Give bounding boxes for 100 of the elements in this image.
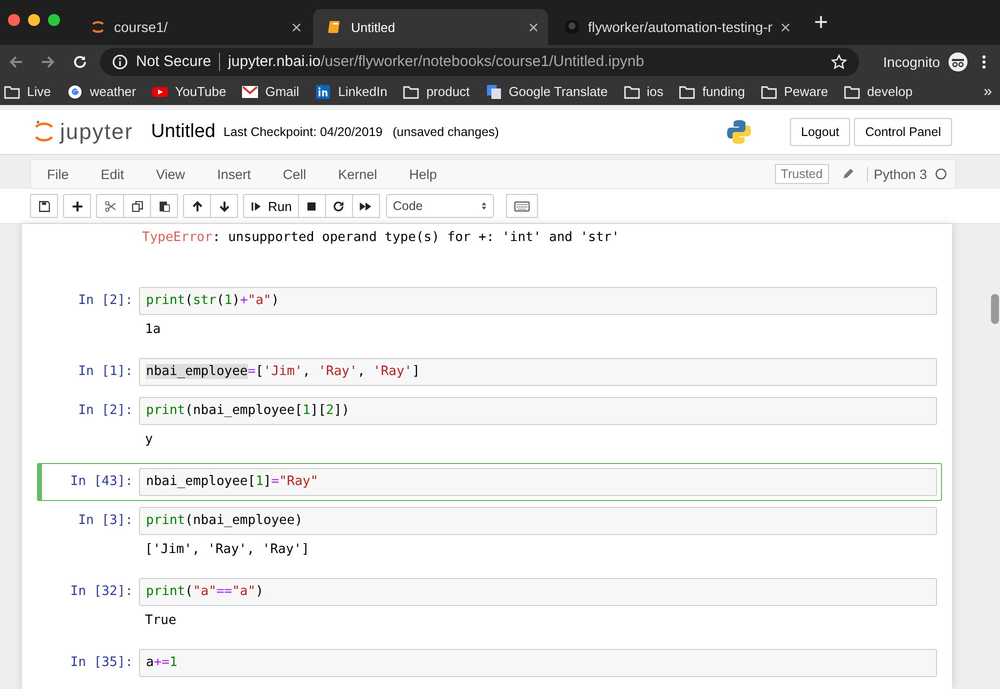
error-output: TypeError: unsupported operand type(s) for +: 'int' and 'str' [142,230,620,245]
restart-button[interactable] [324,194,353,218]
python-logo-icon [726,119,752,145]
translate-icon [486,84,502,98]
restart-icon [332,200,346,212]
stop-square-icon [305,200,318,212]
cell-output: y [145,431,154,449]
browser-tab[interactable]: Untitled [313,9,548,45]
clipboard-icon [158,200,170,212]
bookmark-link[interactable]: Live [4,84,51,99]
close-window-button[interactable] [8,14,20,26]
menu-item[interactable]: Insert [217,166,251,182]
bookmark-link[interactable]: Google Translate [486,84,608,99]
url-text: jupyter.nbai.io/user/flyworker/notebooks/course1/Untitled.ipynb [228,53,646,70]
close-icon[interactable] [781,22,790,32]
code-cell[interactable]: In [2]: print(str(1)+"a") 1a [37,282,942,352]
close-icon[interactable] [292,22,301,32]
menu-item[interactable]: Edit [100,166,124,182]
code-input[interactable]: print("a"=="a") [139,578,937,606]
bookmark-link[interactable]: YouTube [152,84,226,99]
bookmark-link[interactable]: ios [624,84,664,99]
input-prompt: In [35]: [69,654,134,672]
browser-tab[interactable]: flyworker/automation-testing-r [550,9,800,45]
code-input[interactable]: a+=1 [139,649,937,677]
github-icon [564,19,580,35]
bookmark-link[interactable]: product [403,84,470,99]
jupyter-logo-icon [90,19,106,35]
menu-item[interactable]: Help [409,166,437,182]
header-button[interactable]: Control Panel [854,118,952,146]
more-bookmarks-button[interactable]: » [984,83,992,100]
trusted-badge[interactable]: Trusted [774,164,829,184]
bookmark-link[interactable]: funding [679,84,745,99]
folder-icon [760,84,777,98]
run-icon [250,200,263,212]
cell-output: True [145,612,178,630]
cut-button[interactable] [96,194,124,218]
fast-forward-icon [359,200,372,212]
input-prompt: In [2]: [77,292,134,310]
tab-title: course1/ [114,19,169,35]
tab-title: flyworker/automation-testing-r [588,19,773,35]
code-input[interactable]: nbai_employee[1]="Ray" [139,468,937,496]
notebook-title[interactable]: Untitled [151,121,216,143]
bookmark-link[interactable]: Peware [760,84,828,99]
minimize-window-button[interactable] [28,14,40,26]
bookmark-link[interactable]: weather [66,84,136,99]
move-down-button[interactable] [210,194,238,218]
run-all-button[interactable] [352,194,380,218]
close-icon[interactable] [529,22,538,32]
menu-item[interactable]: View [156,166,186,182]
incognito-icon[interactable] [948,52,968,72]
save-button[interactable] [30,194,58,218]
code-input[interactable]: print(nbai_employee) [139,507,937,535]
paste-button[interactable] [150,194,178,218]
kernel-name: Python 3 [866,166,927,182]
scissors-icon [104,200,116,212]
code-input[interactable]: print(str(1)+"a") [139,287,937,315]
input-prompt: In [32]: [69,583,134,601]
run-button[interactable]: Run [243,194,299,218]
input-prompt: In [1]: [77,363,134,381]
tab-title: Untitled [351,20,396,34]
code-input[interactable]: print(nbai_employee[1][2]) [139,397,937,425]
new-tab-button[interactable]: + [814,8,828,36]
profile-label: Incognito [883,54,940,70]
address-field[interactable]: Not Secure jupyter.nbai.io/user/flyworker/notebooks/course1/Untitled.ipynb [100,48,860,76]
down-arrow-icon [218,200,230,212]
copy-button[interactable] [123,194,151,218]
bookmark-link[interactable]: develop [844,84,913,99]
menu-item[interactable]: Kernel [338,166,378,182]
move-up-button[interactable] [183,194,211,218]
jupyter-logo[interactable]: jupyter [34,119,134,145]
code-cell[interactable]: In [1]: nbai_employee=['Jim', 'Ray', 'Ray'] [37,353,942,391]
folder-icon [403,84,420,98]
kernel-idle-icon [935,168,947,180]
up-arrow-icon [190,200,204,212]
code-input[interactable]: nbai_employee=['Jim', 'Ray', 'Ray'] [139,358,937,386]
folder-icon [4,84,20,98]
bookmark-link[interactable]: Gmail [242,84,300,99]
code-cell[interactable]: In [3]: print(nbai_employee) ['Jim', 'Ray', 'Ray'] [37,502,942,572]
mail-icon [242,84,258,98]
keyboard-button[interactable] [506,194,538,218]
code-cell[interactable]: In [2]: print(nbai_employee[1][2]) y [37,392,942,462]
browser-tab[interactable]: course1/ [76,9,311,45]
folder-icon [679,84,696,98]
pencil-icon[interactable] [840,167,855,181]
menu-item[interactable]: Cell [282,166,306,182]
code-cell[interactable]: In [35]: a+=1 [37,644,942,682]
insert-cell-button[interactable] [63,194,91,218]
star-icon[interactable] [831,54,848,70]
scrollbar-thumb[interactable] [991,294,999,324]
bookmark-link[interactable]: LinkedIn [315,84,388,99]
menu-item[interactable]: File [47,166,69,182]
cell-output: 1a [145,321,162,339]
code-cell[interactable]: In [43]: nbai_employee[1]="Ray" [37,463,942,501]
code-cell[interactable]: In [32]: print("a"=="a") True [37,573,942,643]
header-button[interactable]: Logout [790,118,850,146]
autosave-status: (unsaved changes) [392,125,499,139]
plus-icon [70,200,84,212]
cell-type-dropdown[interactable]: Code [386,194,494,218]
maximize-window-button[interactable] [48,14,60,26]
stop-button[interactable] [298,194,326,218]
